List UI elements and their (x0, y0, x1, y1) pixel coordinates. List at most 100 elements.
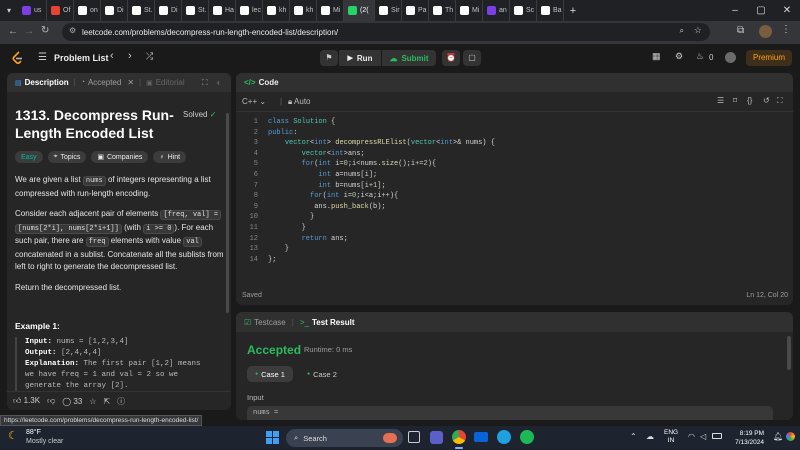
notification-bell-icon[interactable]: 🔔︎ (773, 432, 783, 441)
help-icon[interactable]: ⓘ (117, 396, 125, 407)
browser-tab[interactable]: (2( (344, 0, 375, 21)
browser-tab[interactable]: kh (290, 0, 317, 21)
favorite-star-icon[interactable]: ☆ (89, 397, 96, 406)
address-bar[interactable]: ⚙ leetcode.com/problems/decompress-run-l… (62, 23, 710, 41)
code-line[interactable]: for(int i=0;i<nums.size();i+=2){ (268, 160, 436, 168)
notes-icon[interactable]: ▢ (463, 50, 481, 66)
browser-tab[interactable]: kh (263, 0, 290, 21)
bookmark-star-icon[interactable]: ☆ (694, 25, 702, 36)
close-window-button[interactable]: ✕ (774, 0, 800, 21)
browser-tab[interactable]: Of (47, 0, 74, 21)
tab-description[interactable]: Description (25, 78, 69, 87)
tab-test-result[interactable]: Test Result (312, 318, 355, 327)
collapse-icon[interactable]: ‹ (217, 78, 220, 87)
browser-tab[interactable]: on (74, 0, 101, 21)
taskbar-search[interactable]: ⌕ Search (286, 429, 403, 447)
code-line[interactable]: for(int i=0;i<a;i++){ (268, 192, 398, 200)
browser-tab[interactable]: Th (429, 0, 456, 21)
leetcode-logo[interactable] (12, 51, 24, 65)
code-line[interactable]: }; (268, 256, 276, 264)
tab-accepted[interactable]: Accepted (88, 78, 121, 87)
browser-tab[interactable]: lec (236, 0, 263, 21)
debug-button[interactable]: ⚑ (320, 50, 338, 66)
code-line[interactable]: int a=nums[i]; (268, 171, 377, 179)
browser-tab[interactable]: Mi (456, 0, 483, 21)
weather-icon[interactable]: ☾ (8, 429, 18, 442)
back-icon[interactable]: ← (8, 26, 18, 37)
difficulty-badge[interactable]: Easy (15, 151, 43, 163)
topics-tag[interactable]: ⌖ Topics (47, 151, 87, 163)
code-line[interactable]: vector<int> decompressRLElist(vector<int… (268, 139, 495, 147)
forward-icon[interactable]: → (24, 26, 34, 37)
zoom-icon[interactable]: ⌕ (680, 26, 684, 36)
description-scrollbar[interactable] (226, 113, 229, 313)
layout-grid-icon[interactable]: ▦ (652, 51, 661, 62)
tab-testcase[interactable]: Testcase (254, 318, 286, 327)
tab-search-button[interactable]: ▾ (0, 0, 18, 21)
next-problem-icon[interactable]: › (128, 50, 132, 62)
code-line[interactable]: } (268, 245, 289, 253)
shuffle-icon[interactable]: ⤮ (146, 51, 153, 62)
clock[interactable]: 8:19 PM 7/13/2024 (728, 429, 764, 447)
result-scrollbar[interactable] (787, 336, 791, 370)
expand-icon[interactable]: ⛶ (202, 78, 208, 88)
start-windows-icon[interactable] (266, 431, 279, 444)
code-line[interactable]: class Solution { (268, 118, 335, 126)
reload-icon[interactable]: ↻ (41, 25, 49, 36)
extensions-icon[interactable]: ⧉ (737, 25, 744, 36)
browser-tab[interactable]: Di (155, 0, 182, 21)
edge-icon[interactable] (497, 430, 511, 444)
color-swatch-icon[interactable] (786, 432, 795, 441)
case-1-button[interactable]: ● Case 1 (247, 366, 293, 382)
code-line[interactable]: vector<int>ans; (268, 150, 365, 158)
browser-tab[interactable]: Ha (209, 0, 236, 21)
submit-button[interactable]: ☁ Submit (382, 50, 436, 66)
premium-button[interactable]: Premium (746, 50, 792, 66)
companies-tag[interactable]: ▣ Companies (91, 151, 149, 163)
browser-tab[interactable]: us (18, 0, 47, 21)
tray-chevron-icon[interactable]: ⌃ (630, 432, 637, 441)
streak-fire-icon[interactable]: ♨ (696, 51, 704, 62)
problem-list-icon[interactable]: ☰ (38, 52, 47, 63)
code-editor[interactable]: 1 class Solution {2 public: 3 vector<int> d… (236, 73, 793, 305)
hint-tag[interactable]: ♀ Hint (153, 151, 187, 163)
code-line[interactable]: } (268, 224, 306, 232)
like-button[interactable]: 👍︎ 1.3K (13, 396, 40, 406)
user-avatar[interactable] (725, 52, 736, 63)
problem-list-link[interactable]: Problem List (54, 53, 109, 63)
browser-tab[interactable]: Sc (510, 0, 537, 21)
share-icon[interactable]: ⇱ (103, 397, 110, 406)
language-indicator[interactable]: ENG IN (664, 429, 678, 445)
browser-menu-icon[interactable]: ⋮ (781, 24, 791, 35)
teams-icon[interactable] (430, 431, 443, 444)
comments-button[interactable]: ◯ 33 (62, 397, 82, 406)
timer-icon[interactable]: ⏰ (442, 50, 460, 66)
browser-tab[interactable]: Sir (375, 0, 402, 21)
tab-editorial[interactable]: Editorial (156, 78, 185, 87)
code-line[interactable]: ans.push_back(b); (268, 203, 385, 211)
site-info-icon[interactable]: ⚙ (69, 26, 76, 35)
battery-icon[interactable] (712, 433, 722, 439)
profile-avatar[interactable] (759, 25, 772, 38)
chrome-icon[interactable] (452, 430, 466, 444)
code-line[interactable]: int b=nums[i+1]; (268, 182, 385, 190)
browser-tab[interactable]: Pa (402, 0, 429, 21)
code-line[interactable]: return ans; (268, 235, 348, 243)
dislike-icon[interactable]: 👎︎ (47, 396, 55, 406)
spotify-icon[interactable] (520, 430, 534, 444)
vertical-resize-handle[interactable] (232, 73, 235, 410)
minimize-button[interactable]: – (722, 0, 748, 21)
code-line[interactable]: } (268, 213, 314, 221)
browser-tab[interactable]: St. (182, 0, 209, 21)
maximize-button[interactable]: ▢ (748, 0, 774, 21)
wifi-icon[interactable]: ◠ (688, 432, 695, 441)
browser-tab[interactable]: Di (101, 0, 128, 21)
run-button[interactable]: ▶ Run (339, 50, 381, 66)
browser-tab[interactable]: Mi (317, 0, 344, 21)
settings-gear-icon[interactable]: ⚙ (675, 51, 683, 62)
prev-problem-icon[interactable]: ‹ (110, 50, 114, 62)
mail-icon[interactable] (474, 432, 488, 442)
case-2-button[interactable]: ● Case 2 (299, 366, 345, 382)
close-tab-icon[interactable]: ✕ (127, 78, 134, 87)
code-line[interactable]: public: (268, 129, 297, 137)
